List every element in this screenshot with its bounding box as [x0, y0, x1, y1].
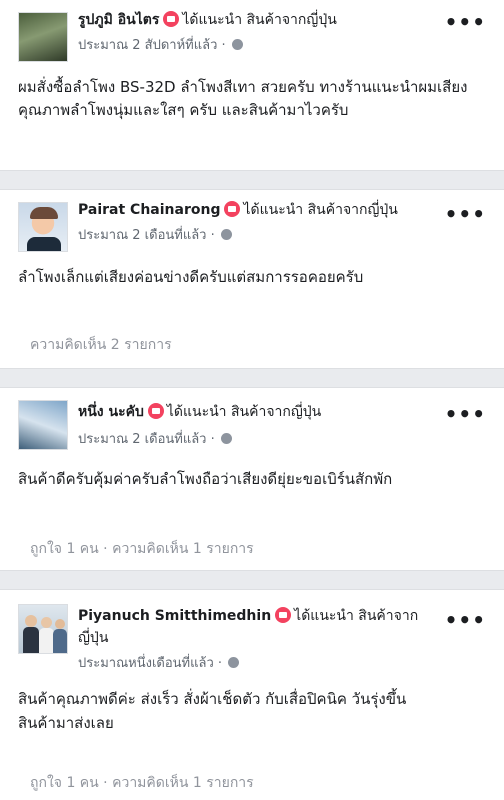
globe-icon — [220, 229, 232, 240]
time-text[interactable]: ประมาณ 2 สัปดาห์ที่แล้ว · — [78, 38, 226, 53]
recommend-icon — [275, 607, 292, 623]
review-post-2: Pairat Chainarong ได้แนะนำ สินค้าจากญี่ปุ… — [0, 190, 504, 368]
review-text: ลำโพงเล็กแต่เสียงค่อนข่างดีครับแต่สมการร… — [18, 268, 364, 286]
review-post-4: Piyanuch Smitthimedhin ได้แนะนำ สินค้าจาก… — [0, 590, 504, 800]
recommend-icon — [224, 201, 241, 217]
reviewer-name[interactable]: รูปภูมิ อินไตร — [78, 12, 159, 28]
more-options-button[interactable]: ••• — [445, 202, 486, 226]
recommend-text[interactable]: ได้แนะนำ สินค้าจากญี่ปุ่น — [167, 404, 321, 420]
review-text-line-2: สินค้ามาส่งเลย — [18, 714, 114, 732]
reviewer-name[interactable]: Piyanuch Smitthimedhin — [78, 608, 271, 624]
time-text[interactable]: ประมาณหนึ่งเดือนที่แล้ว · — [78, 656, 222, 671]
recommend-text[interactable]: ได้แนะนำ สินค้าจากญี่ปุ่น — [182, 12, 336, 28]
review-text-line-1: สินค้าคุณภาพดีค่ะ ส่งเร็ว สั่งผ้าเช็ดตัว… — [18, 690, 407, 708]
likes-comments[interactable]: ถูกใจ 1 คน · ความคิดเห็น 1 รายการ — [30, 772, 254, 794]
recommend-icon — [163, 11, 180, 27]
globe-icon — [231, 39, 243, 50]
likes-comments[interactable]: ถูกใจ 1 คน · ความคิดเห็น 1 รายการ — [30, 538, 254, 560]
recommend-icon — [147, 403, 164, 419]
comment-count[interactable]: ความคิดเห็น 2 รายการ — [30, 334, 172, 356]
review-post-3: หนึ่ง นะคับ ได้แนะนำ สินค้าจากญี่ปุ่น ประ… — [0, 388, 504, 570]
post-time: ประมาณ 2 เดือนที่แล้ว · — [78, 224, 232, 245]
review-post-1: รูปภูมิ อินไตร ได้แนะนำ สินค้าจากญี่ปุ่น … — [0, 0, 504, 170]
recommend-text[interactable]: ได้แนะนำ สินค้าจากญี่ปุ่น — [243, 202, 397, 218]
recommend-text[interactable]: ได้แนะนำ สินค้าจาก — [294, 608, 418, 624]
reviewer-name[interactable]: หนึ่ง นะคับ — [78, 404, 144, 420]
reviewer-line: รูปภูมิ อินไตร ได้แนะนำ สินค้าจากญี่ปุ่น — [78, 10, 337, 30]
more-options-button[interactable]: ••• — [445, 608, 486, 632]
post-divider — [0, 170, 504, 190]
globe-icon — [220, 433, 232, 444]
post-time: ประมาณ 2 สัปดาห์ที่แล้ว · — [78, 34, 243, 55]
post-divider — [0, 368, 504, 388]
reviewer-line: Pairat Chainarong ได้แนะนำ สินค้าจากญี่ปุ… — [78, 200, 398, 220]
reviewer-line: หนึ่ง นะคับ ได้แนะนำ สินค้าจากญี่ปุ่น — [78, 402, 321, 422]
post-time: ประมาณ 2 เดือนที่แล้ว · — [78, 428, 232, 449]
post-divider — [0, 570, 504, 590]
reviewer-name[interactable]: Pairat Chainarong — [78, 202, 220, 218]
avatar[interactable] — [18, 12, 68, 62]
avatar[interactable] — [18, 202, 68, 252]
reviewer-line-wrap: ญี่ปุ่น — [78, 628, 108, 648]
review-text: สินค้าดีครับคุ้มค่าครับลำโพงถือว่าเสียงด… — [18, 470, 393, 488]
recommend-text-wrap[interactable]: ญี่ปุ่น — [78, 630, 108, 646]
globe-icon — [228, 657, 240, 668]
review-text: ผมสั่งซื้อลำโพง BS-32D ลำโพงสีเทา สวยครั… — [18, 78, 468, 119]
more-options-button[interactable]: ••• — [445, 10, 486, 34]
reviewer-line: Piyanuch Smitthimedhin ได้แนะนำ สินค้าจาก — [78, 606, 418, 626]
avatar[interactable] — [18, 604, 68, 654]
avatar[interactable] — [18, 400, 68, 450]
time-text[interactable]: ประมาณ 2 เดือนที่แล้ว · — [78, 228, 215, 243]
time-text[interactable]: ประมาณ 2 เดือนที่แล้ว · — [78, 432, 215, 447]
more-options-button[interactable]: ••• — [445, 402, 486, 426]
post-time: ประมาณหนึ่งเดือนที่แล้ว · — [78, 652, 240, 673]
